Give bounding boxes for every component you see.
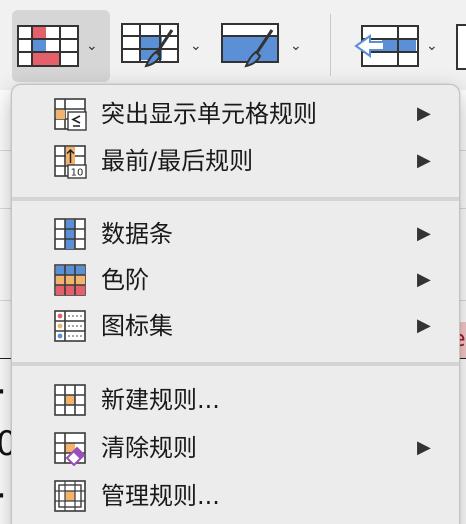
submenu-arrow-icon: ▶ xyxy=(417,437,431,458)
menu-item-label: 突出显示单元格规则 xyxy=(101,100,317,128)
submenu-arrow-icon: ▶ xyxy=(417,223,431,244)
menu-item-label: 数据条 xyxy=(101,220,173,248)
menu-item-color-scales[interactable]: 色阶 ▶ xyxy=(12,257,459,303)
color-scales-icon xyxy=(54,264,86,296)
delete-cells-icon[interactable] xyxy=(456,24,466,70)
chevron-down-icon: ⌄ xyxy=(426,38,438,54)
cell-value: · xyxy=(0,476,7,516)
menu-item-label: 色阶 xyxy=(101,266,149,294)
new-rule-icon xyxy=(54,384,86,416)
top-bottom-rules-icon: 10 xyxy=(54,145,87,179)
insert-cells-button[interactable]: ⌄ xyxy=(350,10,450,82)
menu-item-label: 管理规则... xyxy=(101,482,220,510)
menu-item-top-bottom-rules[interactable]: 10 最前/最后规则 ▶ xyxy=(12,138,459,184)
cell-styles-icon xyxy=(221,23,279,68)
submenu-arrow-icon: ▶ xyxy=(417,269,431,290)
submenu-arrow-icon: ▶ xyxy=(417,315,431,336)
conditional-formatting-icon xyxy=(17,25,79,67)
cell-styles-button[interactable]: ⌄ xyxy=(216,10,312,82)
menu-item-label: 图标集 xyxy=(101,312,173,340)
menu-item-label: 新建规则... xyxy=(101,386,220,414)
cell-value: · xyxy=(0,372,7,412)
menu-item-label: 清除规则 xyxy=(101,434,197,462)
chevron-down-icon: ⌄ xyxy=(290,38,302,54)
menu-item-new-rule[interactable]: 新建规则... xyxy=(12,377,459,423)
manage-rules-icon xyxy=(54,480,86,512)
menu-item-highlight-cells-rules[interactable]: 突出显示单元格规则 ▶ xyxy=(12,91,459,137)
menu-item-data-bars[interactable]: 数据条 ▶ xyxy=(12,211,459,257)
icon-sets-icon xyxy=(54,310,86,342)
format-as-table-button[interactable]: ⌄ xyxy=(116,10,212,82)
menu-item-manage-rules[interactable]: 管理规则... xyxy=(12,473,459,519)
menu-item-icon-sets[interactable]: 图标集 ▶ xyxy=(12,303,459,349)
highlight-cells-rules-icon xyxy=(54,98,87,131)
chevron-down-icon: ⌄ xyxy=(190,38,202,54)
chevron-down-icon: ⌄ xyxy=(86,38,98,54)
ribbon-divider xyxy=(330,14,331,76)
conditional-formatting-button[interactable]: ⌄ xyxy=(12,10,110,82)
menu-divider xyxy=(12,197,459,201)
menu-item-clear-rules[interactable]: 清除规则 ▶ xyxy=(12,425,459,471)
clear-rules-icon xyxy=(54,432,86,466)
format-as-table-icon xyxy=(121,23,179,68)
insert-cells-icon xyxy=(354,25,419,67)
menu-divider xyxy=(12,362,459,366)
svg-text:10: 10 xyxy=(71,168,84,179)
ribbon-toolbar: ⌄ ⌄ ⌄ ⌄ xyxy=(0,0,466,90)
submenu-arrow-icon: ▶ xyxy=(417,150,431,171)
conditional-formatting-menu: 突出显示单元格规则 ▶ 10 最前/最后规则 ▶ 数据条 ▶ 色阶 ▶ 图标集 … xyxy=(11,84,460,524)
menu-item-label: 最前/最后规则 xyxy=(101,147,254,175)
data-bars-icon xyxy=(54,218,86,250)
submenu-arrow-icon: ▶ xyxy=(417,103,431,124)
